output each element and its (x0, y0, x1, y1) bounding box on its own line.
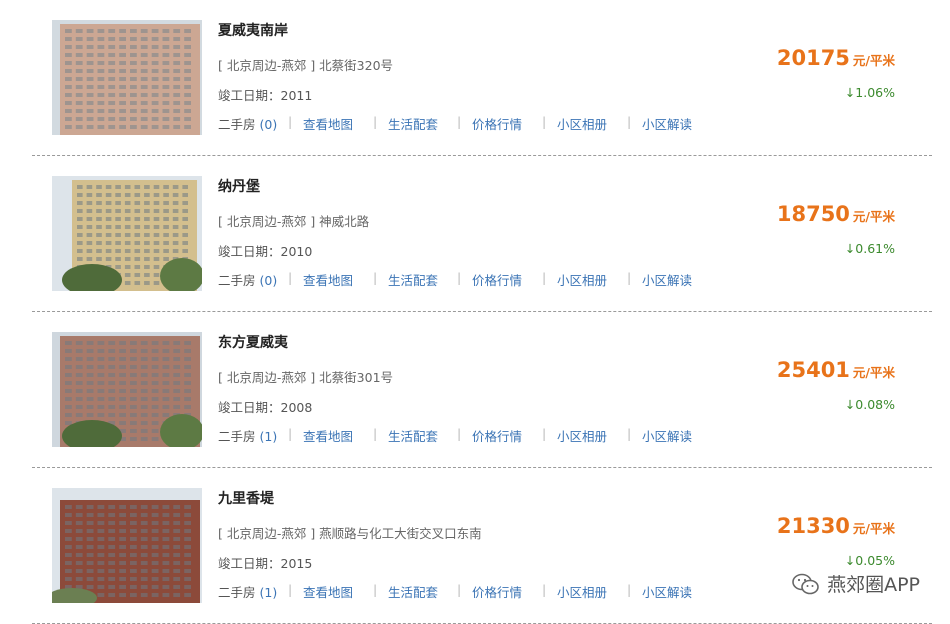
link-0[interactable]: 查看地图 (303, 582, 353, 601)
price: 18750 元/平米 (777, 202, 895, 226)
link-separator: | (373, 114, 378, 129)
completion-date: 竣工日期：2015 (218, 553, 312, 572)
community-name[interactable]: 纳丹堡 (218, 176, 260, 196)
listing-links: 二手房 (0) | 查看地图 | 生活配套 | 价格行情 | 小区相册 | 小区解读 (218, 114, 692, 132)
price: 20175 元/平米 (777, 46, 895, 70)
link-separator: | (373, 270, 378, 285)
link-separator: | (542, 582, 547, 597)
price-unit: 元/平米 (852, 209, 895, 224)
listing-links: 二手房 (0) | 查看地图 | 生活配套 | 价格行情 | 小区相册 | 小区解读 (218, 270, 692, 288)
link-separator: | (373, 426, 378, 441)
price-value: 18750 (776, 202, 850, 226)
link-separator: | (627, 426, 632, 441)
secondhand-label: 二手房 (218, 273, 256, 288)
link-2[interactable]: 价格行情 (472, 426, 522, 445)
link-1[interactable]: 生活配套 (388, 582, 438, 601)
link-separator: | (627, 582, 632, 597)
price-unit: 元/平米 (852, 53, 895, 68)
link-separator: | (288, 582, 293, 597)
completion-date: 竣工日期：2011 (218, 85, 312, 104)
price-change: ↓0.08% (844, 397, 895, 412)
link-3[interactable]: 小区相册 (557, 426, 607, 445)
completion-label: 竣工日期： (218, 400, 281, 415)
link-separator: | (457, 114, 462, 129)
secondhand-count-link[interactable]: (0) (260, 273, 278, 288)
price-value: 21330 (776, 514, 850, 538)
listing-item: 九里香堤 [ 北京周边-燕郊 ] 燕顺路与化工大街交叉口东南 竣工日期：2015… (0, 468, 950, 624)
completion-label: 竣工日期： (218, 244, 281, 259)
link-4[interactable]: 小区解读 (642, 114, 692, 133)
link-separator: | (627, 114, 632, 129)
link-separator: | (288, 270, 293, 285)
link-1[interactable]: 生活配套 (388, 426, 438, 445)
price: 21330 元/平米 (777, 514, 895, 538)
link-separator: | (457, 270, 462, 285)
community-photo[interactable] (52, 176, 202, 291)
link-separator: | (542, 426, 547, 441)
link-separator: | (288, 426, 293, 441)
link-3[interactable]: 小区相册 (557, 582, 607, 601)
completion-label: 竣工日期： (218, 556, 281, 571)
completion-date: 竣工日期：2008 (218, 397, 312, 416)
link-1[interactable]: 生活配套 (388, 270, 438, 289)
community-address: [ 北京周边-燕郊 ] 北蔡街320号 (218, 58, 394, 73)
community-address: [ 北京周边-燕郊 ] 神威北路 (218, 214, 370, 229)
price-value: 20175 (776, 46, 850, 70)
community-name[interactable]: 夏威夷南岸 (218, 20, 288, 40)
link-0[interactable]: 查看地图 (303, 426, 353, 445)
link-0[interactable]: 查看地图 (303, 270, 353, 289)
completion-year: 2011 (280, 88, 313, 103)
wechat-icon (792, 573, 819, 594)
link-2[interactable]: 价格行情 (472, 114, 522, 133)
price-change: ↓1.06% (844, 85, 895, 100)
link-0[interactable]: 查看地图 (303, 114, 353, 133)
listing-item: 东方夏威夷 [ 北京周边-燕郊 ] 北蔡街301号 竣工日期：2008 二手房 (… (0, 312, 950, 468)
link-separator: | (457, 426, 462, 441)
secondhand-label: 二手房 (218, 585, 256, 600)
link-2[interactable]: 价格行情 (472, 582, 522, 601)
link-separator: | (542, 114, 547, 129)
link-separator: | (542, 270, 547, 285)
link-separator: | (373, 582, 378, 597)
secondhand-count-link[interactable]: (1) (260, 585, 278, 600)
link-3[interactable]: 小区相册 (557, 270, 607, 289)
completion-date: 竣工日期：2010 (218, 241, 312, 260)
link-separator: | (288, 114, 293, 129)
listing-links: 二手房 (1) | 查看地图 | 生活配套 | 价格行情 | 小区相册 | 小区解读 (218, 582, 692, 600)
community-photo[interactable] (52, 332, 202, 447)
link-2[interactable]: 价格行情 (472, 270, 522, 289)
secondhand-label: 二手房 (218, 117, 256, 132)
completion-label: 竣工日期： (218, 88, 281, 103)
secondhand-label: 二手房 (218, 429, 256, 444)
link-4[interactable]: 小区解读 (642, 582, 692, 601)
price-change: ↓0.61% (844, 241, 895, 256)
price-unit: 元/平米 (852, 365, 895, 380)
price-change: ↓0.05% (844, 553, 895, 568)
watermark: 燕郊圈APP (791, 570, 920, 597)
link-1[interactable]: 生活配套 (388, 114, 438, 133)
link-separator: | (457, 582, 462, 597)
community-photo[interactable] (52, 20, 202, 135)
community-name[interactable]: 九里香堤 (218, 488, 274, 508)
completion-year: 2015 (280, 556, 313, 571)
link-4[interactable]: 小区解读 (642, 426, 692, 445)
link-separator: | (627, 270, 632, 285)
link-3[interactable]: 小区相册 (557, 114, 607, 133)
listing-item: 纳丹堡 [ 北京周边-燕郊 ] 神威北路 竣工日期：2010 二手房 (0) | 查看… (0, 156, 950, 312)
community-name[interactable]: 东方夏威夷 (218, 332, 288, 352)
listing-item: 夏威夷南岸 [ 北京周边-燕郊 ] 北蔡街320号 竣工日期：2011 二手房 (… (0, 0, 950, 156)
community-address: [ 北京周边-燕郊 ] 燕顺路与化工大街交叉口东南 (218, 526, 482, 541)
price-value: 25401 (776, 358, 850, 382)
secondhand-count-link[interactable]: (0) (260, 117, 278, 132)
price: 25401 元/平米 (777, 358, 895, 382)
community-address: [ 北京周边-燕郊 ] 北蔡街301号 (218, 370, 394, 385)
secondhand-count-link[interactable]: (1) (260, 429, 278, 444)
community-photo[interactable] (52, 488, 202, 603)
completion-year: 2010 (280, 244, 313, 259)
completion-year: 2008 (280, 400, 313, 415)
price-unit: 元/平米 (852, 521, 895, 536)
listing-links: 二手房 (1) | 查看地图 | 生活配套 | 价格行情 | 小区相册 | 小区解读 (218, 426, 692, 444)
link-4[interactable]: 小区解读 (642, 270, 692, 289)
watermark-text: 燕郊圈APP (827, 574, 920, 596)
